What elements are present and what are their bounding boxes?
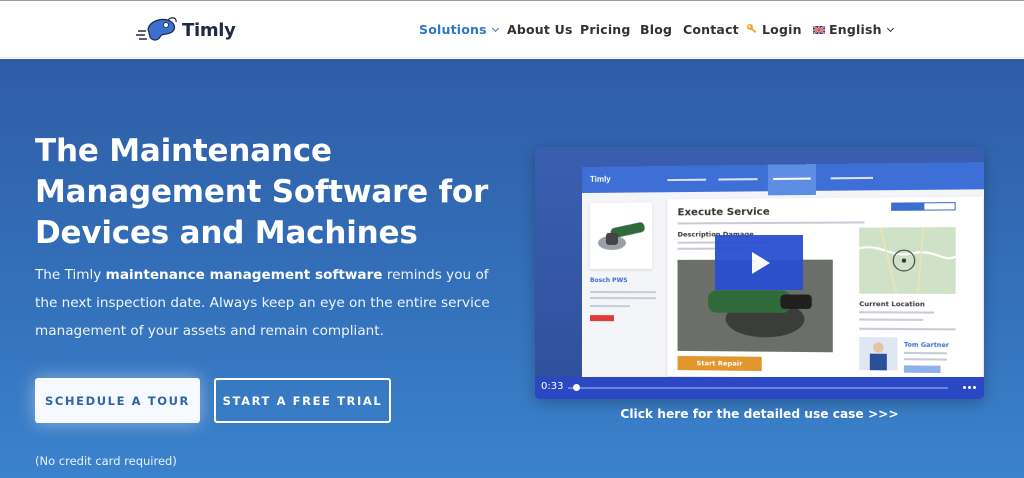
nav-solutions-label: Solutions (419, 22, 487, 37)
nav-login-label: Login (762, 22, 802, 37)
mock-start-repair-button: Start Repair (677, 355, 762, 372)
mock-line (589, 305, 631, 308)
mock-nav-line (667, 178, 707, 182)
mock-contact-badge (903, 365, 941, 374)
hero-desc-pre: The Timly (35, 267, 106, 283)
mock-nav-line (718, 178, 758, 181)
nav-login[interactable]: Login (746, 22, 802, 37)
nav-contact[interactable]: Contact (683, 22, 739, 37)
mock-app-header: Timly (582, 161, 984, 196)
video-controls: 0:33 (535, 377, 984, 399)
hero-title: The Maintenance Management Software for … (35, 133, 489, 251)
mock-nav-line (830, 176, 874, 180)
mock-nav-line (773, 177, 811, 180)
mock-line (859, 311, 935, 314)
use-case-link[interactable]: Click here for the detailed use case >>> (535, 407, 984, 421)
video-progress-knob[interactable] (572, 384, 580, 391)
uk-flag-icon (812, 25, 826, 35)
hero-desc-bold: maintenance management software (105, 267, 383, 283)
mock-logo: Timly (589, 174, 611, 184)
mock-line (903, 358, 947, 361)
free-trial-button[interactable]: START A FREE TRIAL (214, 378, 391, 423)
nav-language[interactable]: English (812, 22, 894, 37)
video-progress-track[interactable] (568, 387, 948, 389)
chevron-down-icon (886, 24, 894, 33)
hero-section: The Maintenance Management Software for … (0, 59, 1024, 478)
mock-red-badge (589, 315, 614, 322)
play-icon (752, 251, 770, 274)
schedule-tour-button[interactable]: SCHEDULE A TOUR (35, 378, 200, 423)
nav-about-us[interactable]: About Us (507, 22, 573, 37)
site-header: Timly Solutions About Us Pricing Blog Co… (0, 1, 1024, 58)
mock-person-photo (859, 337, 898, 371)
more-options-icon[interactable] (963, 386, 976, 389)
mock-line (589, 297, 657, 300)
map-icon (859, 227, 955, 294)
mock-line (589, 291, 657, 294)
mock-line (903, 351, 947, 355)
nav-solutions[interactable]: Solutions (419, 22, 499, 37)
nav-pricing[interactable]: Pricing (580, 22, 631, 37)
nav-language-label: English (829, 22, 882, 37)
play-button[interactable] (715, 235, 803, 290)
mock-product-card (589, 202, 653, 269)
mock-map (859, 227, 955, 294)
mock-person-name: Tom Gartner (903, 341, 950, 350)
mock-screen-title: Execute Service (677, 206, 770, 219)
nav-blog[interactable]: Blog (640, 22, 672, 37)
no-credit-card-note: (No credit card required) (35, 454, 177, 468)
hero-description: The Timly maintenance management softwar… (35, 261, 505, 345)
chevron-down-icon (491, 24, 499, 33)
use-case-video[interactable]: Timly Bosch PWS Execute Service Descript… (535, 147, 984, 399)
mock-progress-box (891, 202, 956, 211)
worker-avatar-icon (869, 342, 887, 371)
video-time: 0:33 (541, 381, 564, 392)
main-nav: Solutions About Us Pricing Blog Contact … (0, 22, 1024, 40)
key-icon (747, 24, 757, 34)
mock-current-location: Current Location (859, 299, 925, 309)
mock-line (859, 318, 924, 321)
mock-product-name: Bosch PWS (589, 277, 628, 285)
angle-grinder-icon (597, 221, 646, 250)
